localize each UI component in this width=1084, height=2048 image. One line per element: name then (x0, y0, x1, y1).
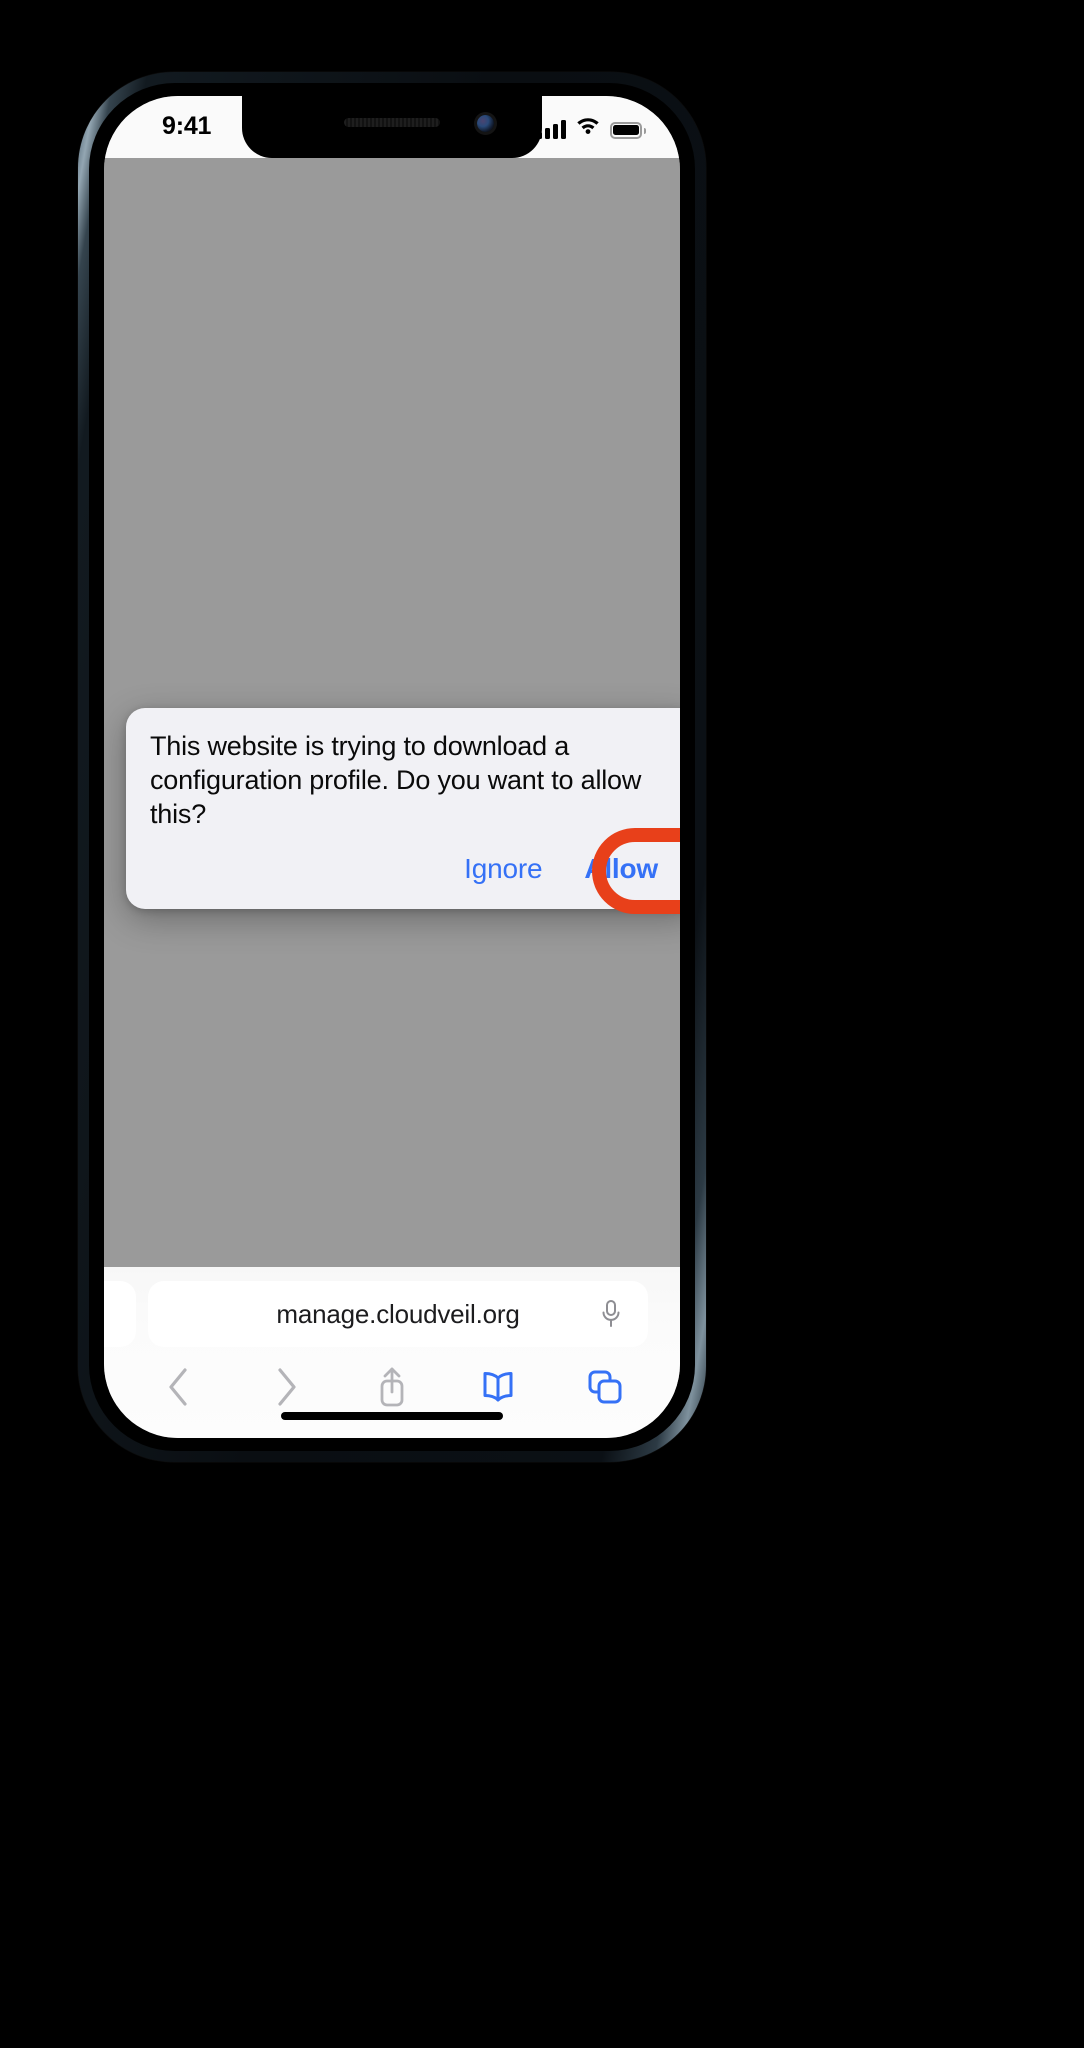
wifi-icon (575, 114, 601, 139)
browser-toolbar (104, 1359, 680, 1415)
safari-bottom-bar: manage.cloudveil.org (104, 1267, 680, 1438)
tabs-button[interactable] (576, 1362, 634, 1412)
address-bar[interactable]: manage.cloudveil.org (148, 1281, 648, 1347)
alert-message-text: This website is trying to download a con… (150, 731, 642, 829)
status-bar-icons (537, 114, 646, 139)
download-profile-alert-dialog: This website is trying to download a con… (126, 708, 680, 915)
status-bar-time: 9:41 (162, 112, 212, 140)
microphone-icon[interactable] (600, 1299, 622, 1329)
share-button[interactable] (363, 1362, 421, 1412)
notch (242, 96, 542, 158)
address-bar-url-text: manage.cloudveil.org (276, 1298, 520, 1329)
tab-strip: manage.cloudveil.org (104, 1281, 680, 1347)
home-indicator[interactable] (281, 1412, 503, 1420)
forward-button[interactable] (257, 1362, 315, 1412)
alert-actions-row: Ignore Allow (150, 831, 674, 909)
phone-screen: 9:41 This website is trying to download … (104, 96, 680, 1438)
front-camera-icon (477, 115, 494, 132)
web-page-content: This website is trying to download a con… (104, 158, 680, 1267)
bookmarks-button[interactable] (469, 1362, 527, 1412)
adjacent-tab-preview[interactable] (104, 1281, 136, 1347)
earpiece-speaker (344, 118, 440, 127)
back-button[interactable] (150, 1362, 208, 1412)
allow-button[interactable]: Allow (578, 849, 664, 889)
screenshot-canvas: 9:41 This website is trying to download … (0, 0, 1084, 2048)
ignore-button[interactable]: Ignore (458, 849, 548, 889)
battery-icon (610, 122, 646, 139)
